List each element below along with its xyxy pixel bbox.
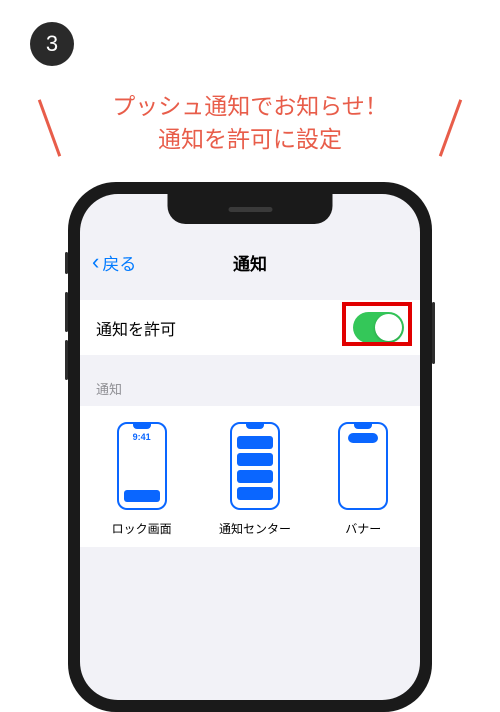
back-label: 戻る (102, 250, 136, 275)
phone-frame: ‹ 戻る 通知 通知を許可 通知 9:41 ロック画面 (68, 182, 432, 712)
headline-line-2: 通知を許可に設定 (158, 126, 342, 152)
nav-bar: ‹ 戻る 通知 (80, 242, 420, 282)
section-header-alerts: 通知 (96, 379, 404, 398)
alert-style-label: 通知センター (219, 520, 291, 537)
alert-styles-group: 9:41 ロック画面 通知センター (80, 406, 420, 547)
phone-notch (168, 194, 333, 224)
notification-center-preview-icon (230, 422, 280, 510)
alert-style-label: ロック画面 (112, 520, 172, 537)
phone-power-button (432, 302, 435, 364)
banner-preview-icon (338, 422, 388, 510)
allow-notifications-label: 通知を許可 (96, 316, 176, 340)
chevron-left-icon: ‹ (92, 251, 99, 273)
alert-style-notification-center[interactable]: 通知センター (219, 422, 291, 537)
phone-volume-down (65, 340, 68, 380)
lock-screen-time: 9:41 (119, 432, 165, 442)
step-badge: 3 (30, 22, 74, 66)
allow-notifications-toggle[interactable] (353, 312, 404, 343)
toggle-knob (375, 314, 402, 341)
allow-notifications-row[interactable]: 通知を許可 (80, 300, 420, 355)
allow-notifications-group: 通知を許可 (80, 300, 420, 355)
alert-style-banner[interactable]: バナー (338, 422, 388, 537)
alert-style-label: バナー (345, 520, 381, 537)
step-number: 3 (46, 31, 58, 57)
phone-screen: ‹ 戻る 通知 通知を許可 通知 9:41 ロック画面 (80, 194, 420, 700)
phone-volume-up (65, 292, 68, 332)
headline-line-1: プッシュ通知でお知らせ！ (112, 93, 388, 119)
back-button[interactable]: ‹ 戻る (92, 250, 136, 275)
phone-speaker (228, 207, 272, 212)
alert-style-lock-screen[interactable]: 9:41 ロック画面 (112, 422, 172, 537)
headline: プッシュ通知でお知らせ！ 通知を許可に設定 (0, 90, 500, 157)
lock-screen-preview-icon: 9:41 (117, 422, 167, 510)
phone-silent-switch (65, 252, 68, 274)
